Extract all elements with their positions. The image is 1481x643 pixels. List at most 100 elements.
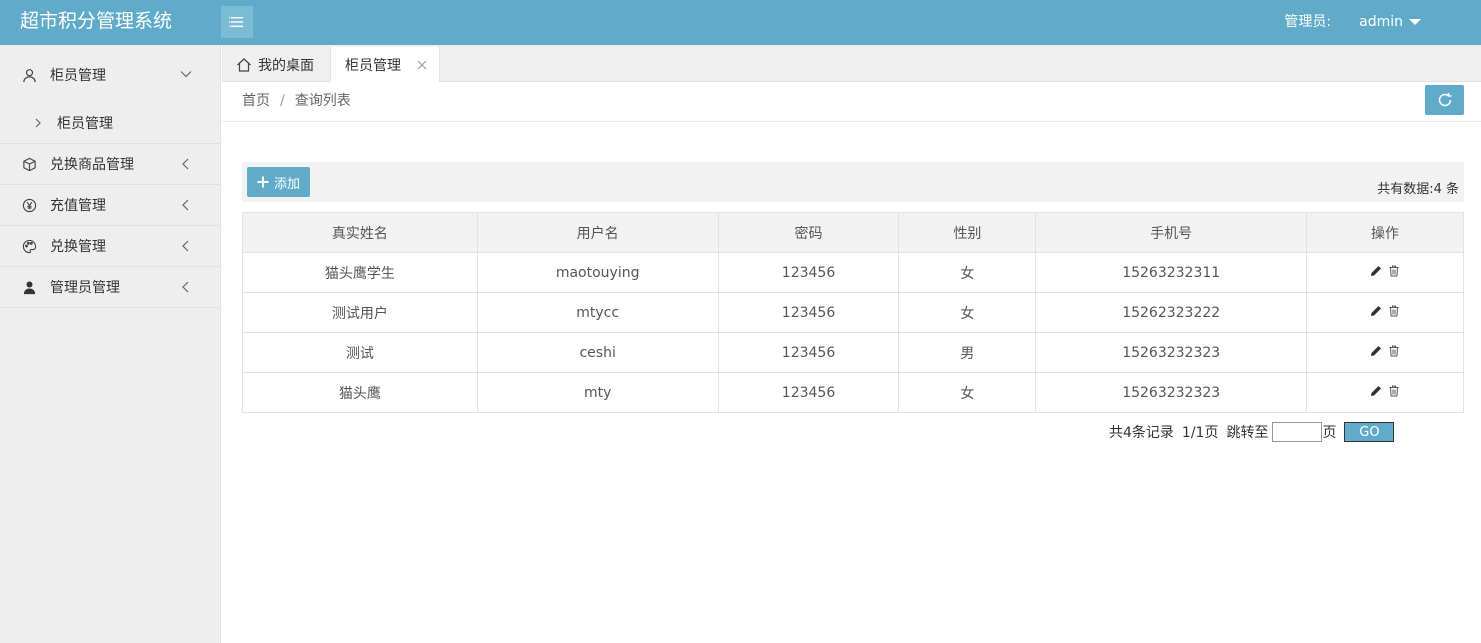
palette-icon xyxy=(20,237,38,255)
add-button-label: 添加 xyxy=(273,176,300,192)
cell-password: 123456 xyxy=(717,292,900,333)
sidebar-item-admin[interactable]: 管理员管理 xyxy=(0,267,220,307)
column-header: 操作 xyxy=(1306,212,1464,253)
cell-gender: 女 xyxy=(898,292,1037,333)
cell-gender: 男 xyxy=(898,332,1037,373)
chevron-left-icon xyxy=(182,158,189,170)
refresh-button[interactable] xyxy=(1425,85,1464,115)
cell-username: maotouying xyxy=(476,252,719,293)
sidebar-item-label: 兑换管理 xyxy=(50,239,106,255)
edit-icon[interactable] xyxy=(1370,305,1382,317)
sidebar: 柜员管理 柜员管理 兑换商品管理 充值管理 兑换管理 管理员管理 xyxy=(0,45,221,643)
trash-icon[interactable] xyxy=(1388,265,1400,277)
sidebar-item-teller[interactable]: 柜员管理 xyxy=(0,45,220,103)
table-header-row: 真实姓名 用户名 密码 性别 手机号 操作 xyxy=(242,212,1464,253)
sidebar-item-goods[interactable]: 兑换商品管理 xyxy=(0,144,220,184)
chevron-left-icon xyxy=(182,199,189,211)
refresh-icon xyxy=(1438,93,1451,107)
caret-down-icon xyxy=(1409,18,1421,25)
top-header: 超市积分管理系统 管理员: admin xyxy=(0,0,1481,45)
cell-phone: 15262323222 xyxy=(1035,292,1308,333)
cell-password: 123456 xyxy=(717,372,900,413)
cell-actions xyxy=(1306,252,1464,293)
trash-icon[interactable] xyxy=(1388,385,1400,397)
total-count: 共有数据:4 条 xyxy=(1377,182,1459,197)
chevron-down-icon xyxy=(180,71,192,78)
cell-name: 猫头鹰学生 xyxy=(242,252,478,293)
cell-name: 测试 xyxy=(242,332,478,373)
user-icon xyxy=(20,66,38,84)
sidebar-item-recharge[interactable]: 充值管理 xyxy=(0,185,220,225)
cell-username: mty xyxy=(476,372,719,413)
tab-home[interactable]: 我的桌面 xyxy=(236,47,314,82)
admin-name: admin xyxy=(1359,14,1403,30)
trash-icon[interactable] xyxy=(1388,305,1400,317)
page-jump-input[interactable] xyxy=(1272,422,1323,442)
breadcrumb-home[interactable]: 首页 xyxy=(242,93,270,109)
toolbar: 添加 共有数据:4 条 xyxy=(242,162,1464,202)
chevron-left-icon xyxy=(182,240,189,252)
tab-teller[interactable]: 柜员管理 xyxy=(330,47,440,83)
jump-label: 跳转至 xyxy=(1226,425,1269,441)
tab-bar: 我的桌面 柜员管理 xyxy=(222,45,1481,83)
nav-group-teller: 柜员管理 柜员管理 xyxy=(0,45,220,144)
cube-icon xyxy=(20,155,38,173)
cell-username: ceshi xyxy=(476,332,719,373)
menu-toggle-button[interactable] xyxy=(221,6,253,38)
nav-group-exchange: 兑换管理 xyxy=(0,226,220,267)
page-unit-label: 页 xyxy=(1322,425,1337,441)
cell-actions xyxy=(1306,292,1464,333)
edit-icon[interactable] xyxy=(1370,345,1382,357)
cell-phone: 15263232323 xyxy=(1035,332,1308,373)
trash-icon[interactable] xyxy=(1388,345,1400,357)
cell-actions xyxy=(1306,372,1464,413)
cell-actions xyxy=(1306,332,1464,373)
app-title: 超市积分管理系统 xyxy=(20,10,173,32)
sidebar-item-label: 充值管理 xyxy=(50,198,106,214)
column-header: 密码 xyxy=(717,212,900,253)
cell-name: 测试用户 xyxy=(242,292,478,333)
person-solid-icon xyxy=(20,278,38,296)
sidebar-subitem-teller[interactable]: 柜员管理 xyxy=(0,103,220,143)
breadcrumb-separator: / xyxy=(280,93,285,109)
breadcrumb: 首页 / 查询列表 xyxy=(242,82,351,121)
cell-phone: 15263232311 xyxy=(1035,252,1308,293)
breadcrumb-current: 查询列表 xyxy=(294,93,351,109)
page-count: 1/1页 xyxy=(1181,425,1219,441)
edit-icon[interactable] xyxy=(1370,385,1382,397)
sidebar-item-label: 兑换商品管理 xyxy=(50,157,134,173)
nav-group-admin: 管理员管理 xyxy=(0,267,220,308)
cell-password: 123456 xyxy=(717,252,900,293)
chevron-left-icon xyxy=(182,281,189,293)
tab-teller-label: 柜员管理 xyxy=(345,58,401,74)
sidebar-item-label: 管理员管理 xyxy=(50,280,120,296)
go-button[interactable]: GO xyxy=(1344,422,1395,442)
plus-icon xyxy=(257,176,269,188)
column-header: 真实姓名 xyxy=(242,212,478,253)
sidebar-item-exchange[interactable]: 兑换管理 xyxy=(0,226,220,266)
nav-group-goods: 兑换商品管理 xyxy=(0,144,220,185)
breadcrumb-bar: 首页 / 查询列表 xyxy=(222,82,1481,122)
admin-area: 管理员: admin xyxy=(1284,0,1421,45)
cell-username: mtycc xyxy=(476,292,719,333)
column-header: 手机号 xyxy=(1035,212,1308,253)
add-button[interactable]: 添加 xyxy=(247,167,310,197)
hamburger-icon xyxy=(229,17,243,27)
sidebar-item-label: 柜员管理 xyxy=(50,68,106,84)
close-icon[interactable] xyxy=(417,60,427,70)
yen-icon xyxy=(20,196,38,214)
admin-menu[interactable]: admin xyxy=(1359,1,1421,44)
teller-table: 真实姓名 用户名 密码 性别 手机号 操作 猫头鹰学生 maotouying 1… xyxy=(242,212,1464,413)
cell-gender: 女 xyxy=(898,372,1037,413)
chevron-right-icon xyxy=(35,118,41,128)
edit-icon[interactable] xyxy=(1370,265,1382,277)
record-count: 共4条记录 xyxy=(1109,425,1174,441)
tab-home-label: 我的桌面 xyxy=(258,57,314,74)
cell-password: 123456 xyxy=(717,332,900,373)
cell-phone: 15263232323 xyxy=(1035,372,1308,413)
nav-group-recharge: 充值管理 xyxy=(0,185,220,226)
table-row: 测试 ceshi 123456 男 15263232323 xyxy=(242,332,1464,373)
table-row: 测试用户 mtycc 123456 女 15262323222 xyxy=(242,292,1464,333)
cell-gender: 女 xyxy=(898,252,1037,293)
column-header: 性别 xyxy=(898,212,1037,253)
